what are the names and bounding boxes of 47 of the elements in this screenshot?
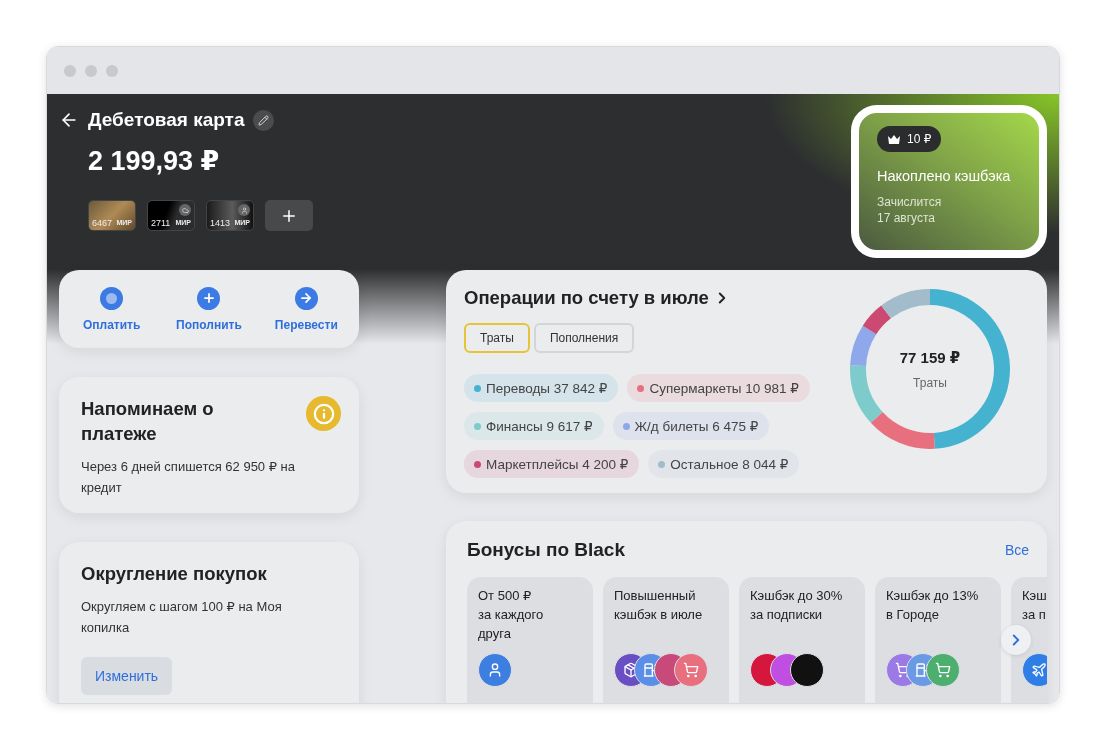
cashback-title: Накоплено кэшбэка [877, 168, 1011, 184]
window-dot[interactable] [64, 64, 76, 77]
circle-icon [100, 286, 124, 310]
operations-link[interactable]: Операции по счету в июле [464, 287, 824, 309]
filter-tab[interactable]: Траты [464, 323, 530, 353]
cashback-note: Зачислится 17 августа [877, 195, 942, 227]
bonus-tile[interactable]: От 500 ₽ за каждого друга [467, 577, 593, 703]
bonus-tile[interactable]: Кэшбэк до 30% за подписки [739, 577, 865, 703]
add-card-button[interactable] [265, 200, 313, 231]
filter-tab[interactable]: Пополнения [533, 323, 635, 353]
rounding-text: Округляем с шагом 100 ₽ на Моя копилка [81, 597, 283, 637]
plus-icon [197, 286, 221, 310]
cashback-amount: 10 ₽ [907, 132, 932, 146]
total-amount: 77 159 ₽ [899, 348, 961, 367]
category-chip[interactable]: Маркетплейсы 4 200 ₽ [464, 450, 640, 478]
info-icon [306, 396, 341, 431]
pencil-icon [258, 114, 270, 126]
arrow-right-icon [294, 286, 318, 310]
partner-icons [478, 653, 512, 687]
action-button[interactable]: Оплатить [65, 286, 158, 332]
donut-slice [850, 325, 877, 367]
category-chip[interactable]: Переводы 37 842 ₽ [464, 374, 619, 402]
category-chip[interactable]: Остальное 8 044 ₽ [648, 450, 800, 478]
change-button[interactable]: Изменить [81, 656, 173, 695]
action-button[interactable]: Пополнить [163, 286, 255, 332]
rounding-title: Округление покупок [81, 562, 268, 586]
reminder-text: Через 6 дней спишется 62 950 ₽ на кредит [81, 457, 296, 497]
balance: 2 199,93 ₽ [88, 145, 221, 177]
bonuses-title: Бонусы по Black [467, 539, 625, 561]
window-dot[interactable] [85, 64, 97, 77]
window-dot[interactable] [106, 64, 118, 77]
next-button[interactable] [1001, 625, 1031, 655]
reminder-title: Напоминаем о платеже [81, 397, 215, 446]
category-chip[interactable]: Ж/д билеты 6 475 ₽ [612, 412, 770, 440]
category-chip[interactable]: Супермаркеты 10 981 ₽ [627, 374, 810, 402]
bonus-tile[interactable]: Повышенный кэшбэк в июле [603, 577, 729, 703]
crown-icon [887, 134, 901, 144]
bonus-tile[interactable]: Кэшбэк до 13% в Городе [875, 577, 1001, 703]
action-button[interactable]: Перевести [260, 286, 353, 332]
total-label: Траты [913, 375, 947, 390]
bonus-tile[interactable]: Кэш за п [1011, 577, 1047, 703]
cashback-card[interactable]: 10 ₽ Накоплено кэшбэка Зачислится 17 августа [851, 105, 1047, 258]
page-title: Дебетовая карта [88, 109, 245, 131]
all-link[interactable]: Все [1004, 542, 1029, 558]
partner-icons [1022, 653, 1047, 687]
edit-button[interactable] [253, 109, 275, 131]
category-chip[interactable]: Финансы 9 617 ₽ [464, 412, 604, 440]
